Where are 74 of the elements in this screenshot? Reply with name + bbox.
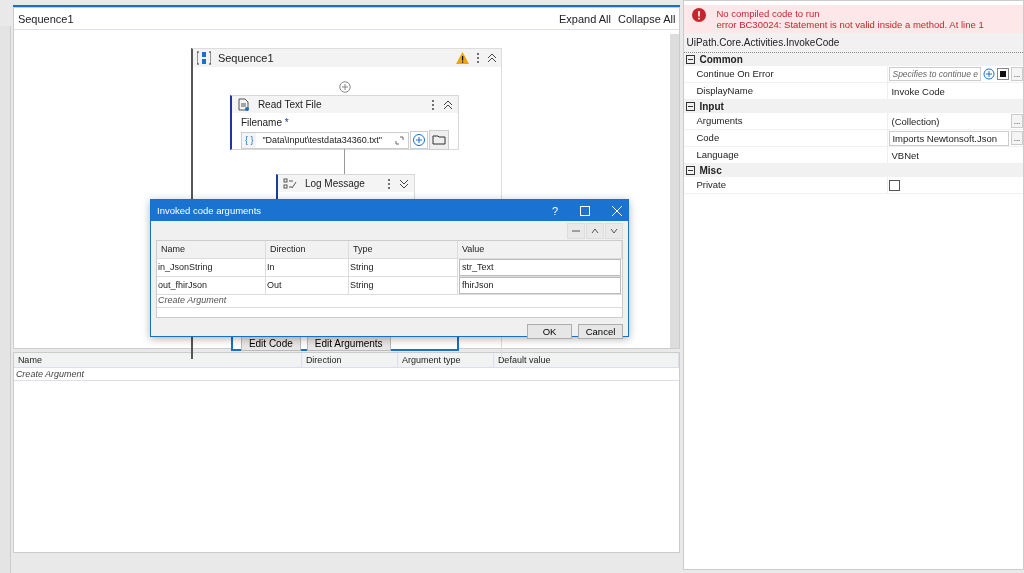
breadcrumb[interactable]: Sequence1 bbox=[17, 12, 74, 25]
property-field[interactable]: Imports Newtonsoft.Json bbox=[889, 130, 1009, 146]
stop-icon[interactable] bbox=[997, 68, 1009, 80]
property-name: DisplayName bbox=[694, 83, 889, 99]
more-options-icon[interactable] bbox=[475, 52, 480, 64]
activity-title: Read Text File bbox=[257, 99, 322, 110]
property-name: Arguments bbox=[694, 113, 889, 129]
help-button[interactable]: ? bbox=[551, 204, 558, 217]
column-header[interactable]: Direction bbox=[266, 241, 349, 258]
ellipsis-button[interactable]: ... bbox=[1011, 131, 1023, 145]
collapse-all-link[interactable]: Collapse All bbox=[618, 12, 676, 25]
table-cell[interactable]: String bbox=[349, 277, 458, 294]
table-cell[interactable]: out_fhirJson bbox=[157, 277, 266, 294]
column-header[interactable]: Type bbox=[349, 241, 458, 258]
error-message: No compiled code to run bbox=[716, 8, 821, 19]
error-icon bbox=[692, 8, 707, 22]
column-header[interactable]: Name bbox=[157, 241, 266, 258]
property-value[interactable]: Invoke Code bbox=[889, 85, 1023, 97]
value-field[interactable]: str_Text bbox=[459, 259, 621, 276]
column-header[interactable]: Name bbox=[13, 353, 302, 367]
more-options-icon[interactable] bbox=[386, 177, 391, 190]
scrollbar[interactable] bbox=[670, 34, 680, 348]
checkbox[interactable] bbox=[889, 179, 901, 191]
close-icon[interactable] bbox=[612, 205, 622, 216]
table-cell[interactable]: In bbox=[266, 259, 349, 276]
document-icon bbox=[236, 98, 250, 111]
dialog-title: Invoked code arguments bbox=[157, 205, 262, 216]
collapse-icon[interactable] bbox=[686, 55, 696, 64]
ellipsis-button[interactable]: ... bbox=[1011, 67, 1023, 81]
filename-field[interactable]: { } "Data\Input\testdata34360.txt" bbox=[240, 131, 409, 149]
sequence-title: Sequence1 bbox=[217, 52, 274, 64]
property-name: Continue On Error bbox=[694, 66, 889, 82]
folder-icon[interactable] bbox=[428, 130, 449, 150]
table-cell[interactable]: String bbox=[349, 259, 458, 276]
column-header[interactable]: Direction bbox=[301, 353, 398, 367]
log-icon bbox=[282, 177, 297, 190]
dialog-button[interactable]: OK bbox=[527, 324, 572, 339]
activity-title: Log Message bbox=[304, 178, 365, 189]
column-header[interactable]: Argument type bbox=[397, 353, 494, 367]
error-message: error BC30024: Statement is not valid inside a method. At line 1 bbox=[716, 19, 984, 30]
property-value[interactable]: (Collection) bbox=[889, 115, 1009, 127]
activity-type-name: UiPath.Core.Activities.InvokeCode bbox=[684, 33, 1023, 53]
property-value[interactable]: VBNet bbox=[889, 149, 1023, 161]
create-argument-row[interactable]: Create Argument bbox=[157, 295, 622, 308]
move-down-icon[interactable] bbox=[605, 223, 623, 239]
property-name: Code bbox=[694, 130, 889, 146]
table-cell[interactable]: in_JsonString bbox=[157, 259, 266, 276]
collapse-icon[interactable] bbox=[686, 102, 696, 111]
property-field[interactable]: Specifies to continue e bbox=[889, 67, 981, 81]
category-name: Common bbox=[699, 54, 743, 65]
category-name: Input bbox=[699, 101, 724, 112]
collapse-icon[interactable] bbox=[686, 166, 696, 175]
move-up-icon[interactable] bbox=[586, 223, 604, 239]
expand-icon[interactable] bbox=[398, 178, 409, 189]
maximize-icon[interactable] bbox=[580, 205, 590, 216]
expand-all-link[interactable]: Expand All bbox=[559, 12, 611, 25]
column-header[interactable]: Value bbox=[458, 241, 622, 258]
read-text-file-activity[interactable]: Read Text File Filename * { } "Data\Input\testdata34360.txt" bbox=[229, 95, 459, 150]
collapse-icon[interactable] bbox=[442, 99, 453, 110]
add-activity-icon[interactable] bbox=[338, 81, 351, 93]
property-name: Private bbox=[694, 177, 889, 193]
column-header[interactable]: Default value bbox=[493, 353, 680, 367]
more-options-icon[interactable] bbox=[430, 98, 435, 111]
field-label: Filename * bbox=[239, 116, 290, 130]
property-name: Language bbox=[694, 147, 889, 163]
create-argument-row[interactable]: Create Argument bbox=[13, 368, 680, 381]
category-name: Misc bbox=[699, 165, 722, 176]
dialog-button[interactable]: Cancel bbox=[578, 324, 623, 339]
table-cell[interactable]: Out bbox=[266, 277, 349, 294]
collapse-icon[interactable] bbox=[486, 53, 497, 63]
value-field[interactable]: fhirJson bbox=[459, 277, 621, 294]
ellipsis-button[interactable]: ... bbox=[1011, 114, 1023, 128]
sequence-icon bbox=[196, 51, 211, 65]
expression-icon: { } bbox=[241, 132, 257, 148]
